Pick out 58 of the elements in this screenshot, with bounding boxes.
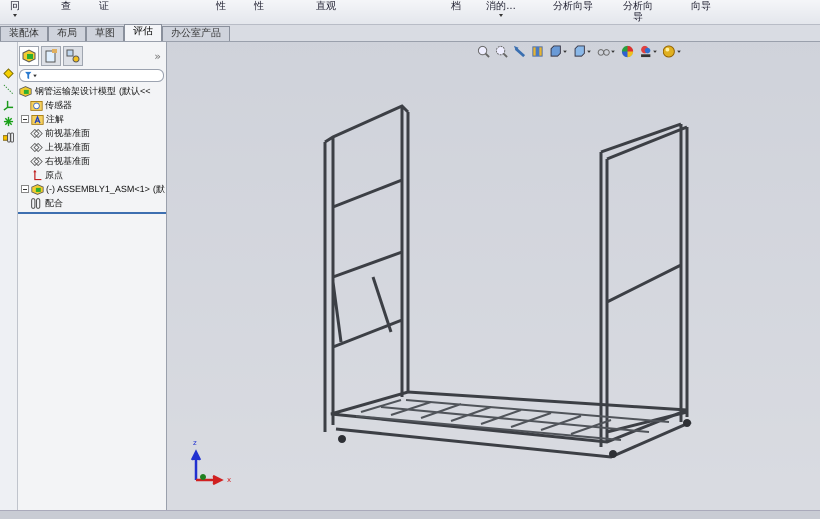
tree-item[interactable]: 右视基准面: [45, 154, 90, 168]
clip-icon[interactable]: [3, 132, 14, 143]
axes-icon[interactable]: [3, 100, 14, 111]
tab[interactable]: 办公室产品: [162, 26, 230, 41]
expand-panel-button[interactable]: »: [151, 50, 164, 62]
ribbon-button[interactable]: 档: [441, 1, 471, 12]
plane-icon: [30, 140, 43, 154]
scene-icon[interactable]: [639, 45, 658, 58]
filter-icon: [24, 71, 37, 80]
section-view-icon[interactable]: [531, 45, 544, 58]
tree-item[interactable]: (-) ASSEMBLY1_ASM<1>: [46, 184, 150, 194]
assembly-icon: [31, 182, 44, 196]
tree-item[interactable]: 钢管运输架设计模型: [35, 84, 116, 98]
mate-icon: [30, 196, 43, 210]
previous-view-icon[interactable]: [513, 45, 526, 58]
filter-field[interactable]: [19, 69, 164, 82]
tab[interactable]: 评估: [124, 24, 162, 41]
document-icon[interactable]: [41, 46, 61, 66]
zoom-area-icon[interactable]: [495, 45, 508, 58]
tree-item[interactable]: 注解: [46, 112, 64, 126]
expand-toggle[interactable]: [21, 115, 29, 123]
tab[interactable]: 草图: [86, 26, 124, 41]
assembly-icon: [19, 84, 32, 98]
ribbon-button[interactable]: 直观: [308, 1, 344, 12]
ribbon-button[interactable]: 性: [244, 1, 274, 12]
dotted-line-icon[interactable]: [3, 84, 14, 95]
color-wheel-icon[interactable]: [621, 45, 634, 58]
ribbon-button[interactable]: 消的...: [479, 1, 523, 17]
expand-toggle[interactable]: [21, 185, 29, 193]
tree-item[interactable]: 传感器: [45, 98, 72, 112]
ribbon-button[interactable]: 向导: [681, 1, 721, 12]
tree-item[interactable]: 原点: [45, 168, 63, 182]
configuration-label: (默: [152, 182, 165, 196]
tree-item[interactable]: 配合: [45, 196, 63, 210]
ribbon-button[interactable]: 冋: [0, 1, 30, 17]
origin-icon: [30, 168, 43, 182]
configuration-label: (默认<<: [119, 84, 151, 98]
tree-item[interactable]: 上视基准面: [45, 140, 90, 154]
ribbon-button[interactable]: 分析向 导: [615, 1, 661, 23]
diamond-icon[interactable]: [3, 68, 14, 79]
plane-icon: [30, 154, 43, 168]
display-style-icon[interactable]: [573, 45, 592, 58]
sphere-icon[interactable]: [663, 45, 682, 58]
star-icon[interactable]: [3, 116, 14, 127]
ribbon-button[interactable]: 查: [46, 1, 86, 12]
tab[interactable]: 布局: [48, 26, 86, 41]
ribbon-button[interactable]: 分析向导: [543, 1, 603, 12]
plane-icon: [30, 126, 43, 140]
tree-item[interactable]: 前视基准面: [45, 126, 90, 140]
view-orientation-icon[interactable]: [549, 45, 568, 58]
zoom-to-fit-icon[interactable]: [477, 45, 490, 58]
ribbon-button[interactable]: 证: [86, 1, 122, 12]
assembly-icon[interactable]: [19, 46, 39, 66]
sensor-folder-icon: [30, 98, 43, 112]
annotation-folder-icon: [31, 112, 44, 126]
blocks-icon[interactable]: [63, 46, 83, 66]
ribbon-button[interactable]: 性: [206, 1, 236, 12]
tab[interactable]: 装配体: [0, 26, 48, 41]
